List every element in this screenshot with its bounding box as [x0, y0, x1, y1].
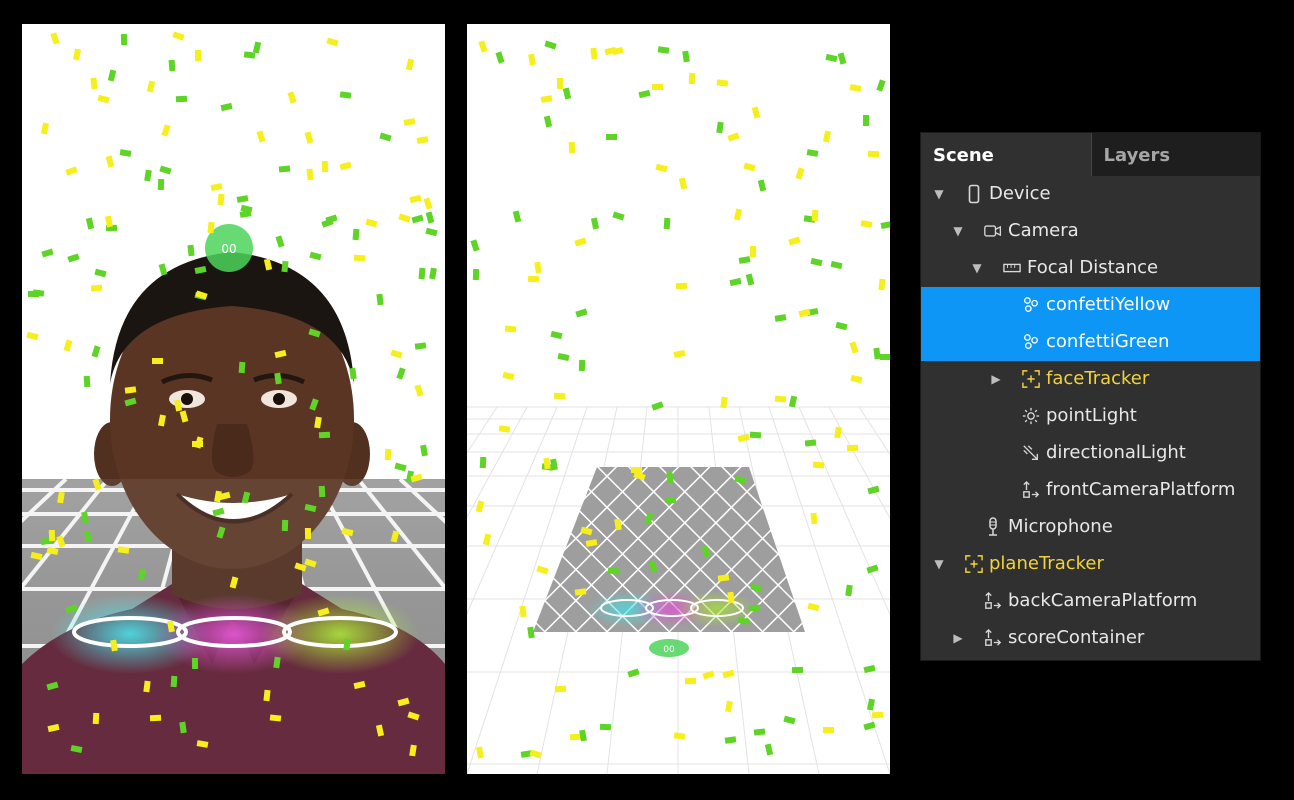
expand-arrow-icon[interactable]: ▼	[933, 558, 945, 570]
expand-arrow-icon[interactable]: ▼	[952, 225, 964, 237]
tree-item-focal-distance[interactable]: ▼ Focal Distance	[921, 250, 1260, 287]
tree-item-label: Camera	[1008, 220, 1079, 241]
tree-item-label: directionalLight	[1046, 442, 1186, 463]
tree-item-label: Focal Distance	[1027, 257, 1159, 278]
tree-item-point-light[interactable]: pointLight	[921, 398, 1260, 435]
panel-tabs: Scene Layers	[921, 133, 1260, 176]
tree-item-label: confettiGreen	[1046, 331, 1170, 352]
tree-item-label: frontCameraPlatform	[1046, 479, 1236, 500]
platform-icon	[984, 591, 1002, 611]
expand-arrow-icon[interactable]: ▼	[971, 262, 983, 274]
expand-arrow-icon[interactable]: ▼	[933, 188, 945, 200]
collapse-arrow-icon[interactable]: ▶	[952, 632, 964, 644]
tracker-icon	[965, 554, 983, 574]
focal-distance-icon	[1003, 258, 1021, 278]
tree-item-microphone[interactable]: Microphone	[921, 509, 1260, 546]
scene-tree: ▼ Device ▼ Camera ▼ Focal Distance confettiYel…	[921, 176, 1260, 657]
tree-item-label: confettiYellow	[1046, 294, 1171, 315]
tree-item-label: faceTracker	[1046, 368, 1150, 389]
tree-item-camera[interactable]: ▼ Camera	[921, 213, 1260, 250]
point-light-icon	[1022, 406, 1040, 426]
front-camera-preview[interactable]: 00	[22, 24, 445, 774]
device-icon	[965, 184, 983, 204]
directional-light-icon	[1022, 443, 1040, 463]
tree-item-plane-tracker[interactable]: ▼ planeTracker	[921, 546, 1260, 583]
tree-item-directional-light[interactable]: directionalLight	[921, 435, 1260, 472]
tree-item-front-camera-platform[interactable]: frontCameraPlatform	[921, 472, 1260, 509]
collapse-arrow-icon[interactable]: ▶	[990, 373, 1002, 385]
tree-item-label: pointLight	[1046, 405, 1137, 426]
tree-item-confetti-yellow[interactable]: confettiYellow	[921, 287, 1260, 324]
particle-system-icon	[1022, 295, 1040, 315]
tracker-icon	[1022, 369, 1040, 389]
particle-system-icon	[1022, 332, 1040, 352]
camera-icon	[984, 221, 1002, 241]
svg-text:00: 00	[663, 645, 675, 655]
tree-item-label: backCameraPlatform	[1008, 590, 1198, 611]
scene-panel: Scene Layers ▼ Device ▼ Camera ▼ Focal Distan…	[920, 132, 1261, 661]
tree-item-score-container[interactable]: ▶ scoreContainer	[921, 620, 1260, 657]
front-camera-scene: 00	[22, 224, 445, 774]
tree-item-label: Microphone	[1008, 516, 1113, 537]
microphone-icon	[984, 517, 1002, 537]
back-camera-scene: 00	[467, 406, 890, 774]
tree-item-confetti-green[interactable]: confettiGreen	[921, 324, 1260, 361]
tree-item-device[interactable]: ▼ Device	[921, 176, 1260, 213]
plane-score-rings	[587, 591, 757, 627]
platform-icon	[984, 628, 1002, 648]
svg-text:00: 00	[221, 242, 236, 256]
tab-layers[interactable]: Layers	[1090, 133, 1261, 176]
tree-item-label: scoreContainer	[1008, 627, 1145, 648]
back-camera-preview[interactable]: 00	[467, 24, 890, 774]
tree-item-face-tracker[interactable]: ▶ faceTracker	[921, 361, 1260, 398]
tab-scene[interactable]: Scene	[921, 133, 1091, 176]
platform-icon	[1022, 480, 1040, 500]
tree-item-label: Device	[989, 183, 1051, 204]
tree-item-back-camera-platform[interactable]: backCameraPlatform	[921, 583, 1260, 620]
tree-item-label: planeTracker	[989, 553, 1104, 574]
